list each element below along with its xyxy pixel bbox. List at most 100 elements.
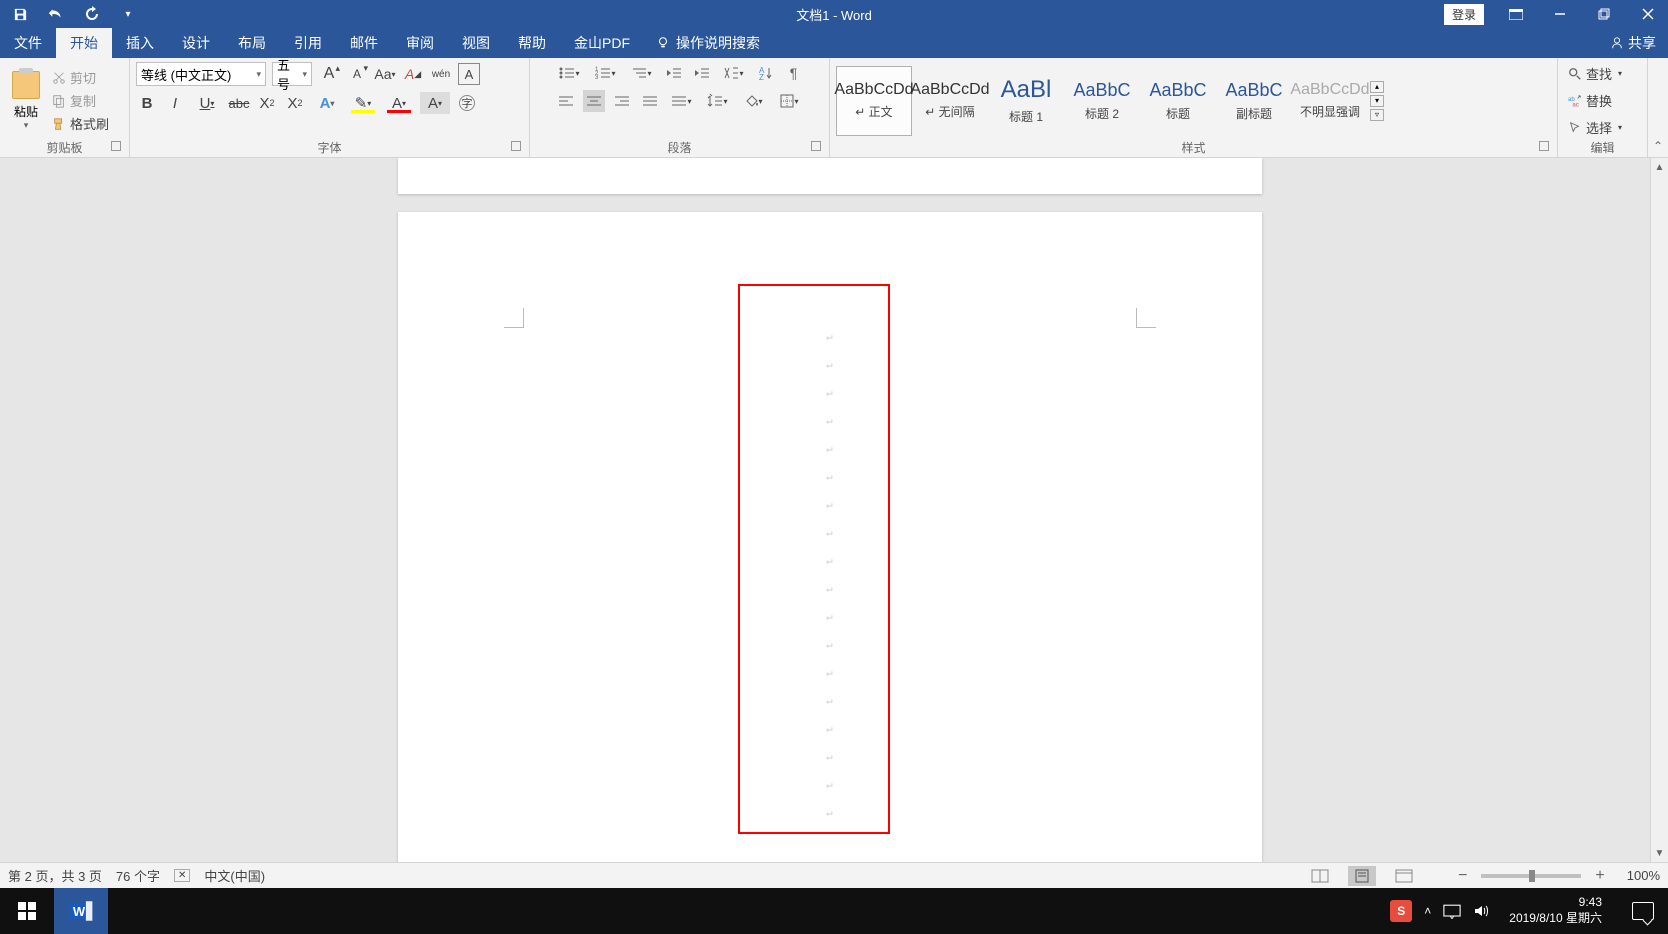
font-launcher[interactable] [511, 141, 521, 151]
multilevel-list-button[interactable]: ▾ [627, 62, 657, 84]
zoom-in-button[interactable]: + [1595, 867, 1604, 885]
minimize-button[interactable] [1540, 0, 1580, 28]
distributed-button[interactable]: ▾ [667, 90, 697, 112]
scroll-down-button[interactable]: ▼ [1651, 844, 1668, 862]
tab-jinshan-pdf[interactable]: 金山PDF [560, 28, 644, 58]
tab-design[interactable]: 设计 [168, 28, 224, 58]
paste-button[interactable]: 粘贴 ▾ [6, 69, 46, 133]
redo-button[interactable] [80, 2, 104, 26]
login-button[interactable]: 登录 [1444, 4, 1484, 25]
superscript-button[interactable]: X2 [284, 92, 306, 114]
italic-button[interactable]: I [164, 92, 186, 114]
tab-view[interactable]: 视图 [448, 28, 504, 58]
web-layout-button[interactable] [1390, 866, 1418, 886]
zoom-slider[interactable] [1481, 874, 1581, 878]
font-name-combo[interactable]: 等线 (中文正文)▾ [136, 62, 266, 86]
style-item-0[interactable]: AaBbCcDd↵ 正文 [836, 66, 912, 136]
maximize-button[interactable] [1584, 0, 1624, 28]
enclose-characters-button[interactable]: 字 [456, 92, 478, 114]
tab-file[interactable]: 文件 [0, 28, 56, 58]
page-number-status[interactable]: 第 2 页，共 3 页 [8, 866, 102, 885]
document-page[interactable]: ↵↵↵↵↵↵↵↵↵↵↵↵↵↵↵↵↵↵ [398, 212, 1262, 862]
tab-help[interactable]: 帮助 [504, 28, 560, 58]
style-item-1[interactable]: AaBbCcDd↵ 无间隔 [912, 66, 988, 136]
volume-icon[interactable] [1473, 903, 1489, 919]
numbering-button[interactable]: 123▾ [591, 62, 621, 84]
character-shading-button[interactable]: A ▾ [420, 92, 450, 114]
word-count-status[interactable]: 76 个字 [116, 866, 160, 885]
ime-indicator[interactable]: S [1390, 900, 1412, 922]
style-item-4[interactable]: AaBbC标题 [1140, 66, 1216, 136]
style-item-6[interactable]: AaBbCcDd不明显强调 [1292, 66, 1368, 136]
highlight-button[interactable]: ✎▾ [348, 92, 378, 114]
increase-indent-button[interactable] [691, 62, 713, 84]
shading-button[interactable]: ▾ [739, 90, 769, 112]
undo-button[interactable] [44, 2, 68, 26]
replace-button[interactable]: abac 替换 [1564, 89, 1616, 112]
change-case-button[interactable]: Aa▾ [374, 63, 396, 85]
strikethrough-button[interactable]: abc [228, 92, 250, 114]
tab-home[interactable]: 开始 [56, 28, 112, 58]
ribbon-display-options-button[interactable] [1496, 0, 1536, 28]
align-right-button[interactable] [611, 90, 633, 112]
line-spacing-button[interactable]: ▾ [703, 90, 733, 112]
find-button[interactable]: 查找▾ [1564, 62, 1626, 85]
underline-button[interactable]: U ▾ [192, 92, 222, 114]
clipboard-launcher[interactable] [111, 141, 121, 151]
subscript-button[interactable]: X2 [256, 92, 278, 114]
bold-button[interactable]: B [136, 92, 158, 114]
read-mode-button[interactable] [1306, 866, 1334, 886]
zoom-level[interactable]: 100% [1627, 868, 1660, 883]
zoom-slider-thumb[interactable] [1529, 870, 1535, 882]
close-button[interactable] [1628, 0, 1668, 28]
character-border-button[interactable]: A [458, 63, 480, 85]
print-layout-button[interactable] [1348, 866, 1376, 886]
tab-layout[interactable]: 布局 [224, 28, 280, 58]
align-center-button[interactable] [583, 90, 605, 112]
sort-button[interactable]: AZ [755, 62, 777, 84]
cut-button[interactable]: 剪切 [52, 68, 109, 87]
tab-review[interactable]: 审阅 [392, 28, 448, 58]
tray-chevron[interactable]: ˄ [1424, 904, 1431, 918]
paragraph-launcher[interactable] [811, 141, 821, 151]
font-size-combo[interactable]: 五号▾ [272, 62, 312, 86]
document-area[interactable]: ↵↵↵↵↵↵↵↵↵↵↵↵↵↵↵↵↵↵ ▲ ▼ [0, 158, 1668, 862]
bullets-button[interactable]: ▾ [555, 62, 585, 84]
style-item-5[interactable]: AaBbC副标题 [1216, 66, 1292, 136]
copy-button[interactable]: 复制 [52, 91, 109, 110]
tab-insert[interactable]: 插入 [112, 28, 168, 58]
taskbar-word-button[interactable]: W [54, 888, 108, 934]
vertical-scrollbar[interactable]: ▲ ▼ [1650, 158, 1668, 862]
justify-button[interactable] [639, 90, 661, 112]
zoom-out-button[interactable]: − [1458, 867, 1467, 885]
language-status[interactable]: 中文(中国) [204, 866, 265, 885]
asian-layout-button[interactable]: ▾ [719, 62, 749, 84]
save-button[interactable] [8, 2, 32, 26]
qat-customize-button[interactable]: ▾ [116, 2, 140, 26]
shrink-font-button[interactable]: A▾ [346, 63, 368, 85]
clear-formatting-button[interactable]: A◢ [402, 63, 424, 85]
start-button[interactable] [0, 888, 54, 934]
style-item-3[interactable]: AaBbC标题 2 [1064, 66, 1140, 136]
font-color-button[interactable]: A▾ [384, 92, 414, 114]
style-item-2[interactable]: AaBl标题 1 [988, 66, 1064, 136]
share-button[interactable]: 共享 [1598, 28, 1668, 58]
styles-launcher[interactable] [1539, 141, 1549, 151]
show-hide-button[interactable]: ¶ [783, 62, 805, 84]
proofing-status[interactable]: ✕ [174, 869, 190, 882]
styles-gallery-more[interactable]: ▴▾▿ [1368, 81, 1386, 121]
align-left-button[interactable] [555, 90, 577, 112]
action-center-icon[interactable] [1443, 904, 1461, 919]
phonetic-guide-button[interactable]: wén [430, 63, 452, 85]
select-button[interactable]: 选择▾ [1564, 116, 1626, 139]
collapse-ribbon-button[interactable]: ⌃ [1648, 58, 1668, 157]
notifications-button[interactable] [1622, 902, 1664, 920]
borders-button[interactable]: ▾ [775, 90, 805, 112]
tab-references[interactable]: 引用 [280, 28, 336, 58]
tell-me-search[interactable]: 操作说明搜索 [644, 28, 772, 58]
tray-clock[interactable]: 9:43 2019/8/10 星期六 [1501, 895, 1610, 926]
text-effects-button[interactable]: A ▾ [312, 92, 342, 114]
grow-font-button[interactable]: A▴ [318, 63, 340, 85]
decrease-indent-button[interactable] [663, 62, 685, 84]
scroll-up-button[interactable]: ▲ [1651, 158, 1668, 176]
